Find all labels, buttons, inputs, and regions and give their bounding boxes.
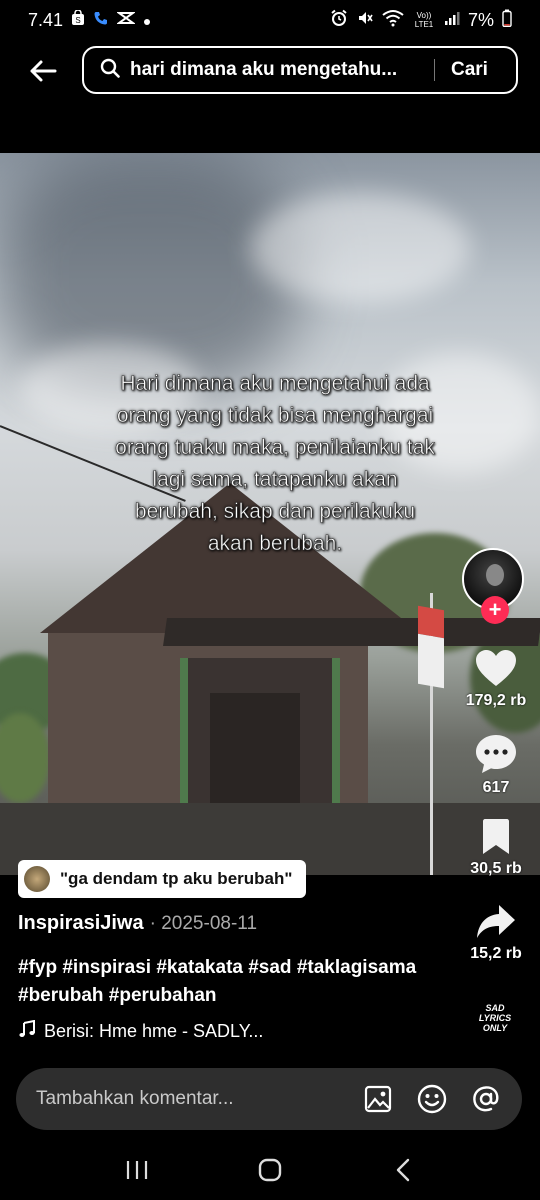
mute-icon	[356, 9, 374, 32]
video-flag-white	[418, 633, 444, 689]
status-bar: 7.41 S Vo)) LTE1 7%	[0, 0, 540, 40]
recent-apps-button[interactable]	[117, 1150, 157, 1190]
share-arrow-icon	[477, 905, 515, 938]
video-house-door	[210, 693, 300, 803]
sound-link[interactable]: Berisi: Hme hme - SADLY...	[18, 1019, 264, 1043]
dot-icon	[143, 10, 151, 31]
home-icon	[258, 1158, 282, 1182]
heart-icon	[476, 650, 516, 686]
video-cloud	[250, 193, 470, 303]
comment-bar: Tambahkan komentar...	[16, 1068, 522, 1130]
alarm-icon	[330, 9, 348, 32]
share-count: 15,2 rb	[470, 945, 522, 962]
search-icon	[100, 58, 120, 83]
signal-icon	[444, 10, 460, 31]
topic-thumbnail	[24, 866, 50, 892]
home-button[interactable]	[250, 1150, 290, 1190]
capcut-icon	[115, 10, 137, 30]
image-icon[interactable]	[360, 1081, 396, 1117]
system-nav-bar	[0, 1140, 540, 1200]
video-house-eave	[163, 618, 540, 646]
search-divider	[434, 59, 435, 81]
avatar-face	[486, 564, 504, 586]
status-time: 7.41	[28, 9, 64, 30]
post-date: · 2025-08-11	[149, 913, 258, 934]
music-note-icon	[18, 1019, 36, 1043]
mention-icon[interactable]	[468, 1081, 504, 1117]
search-query[interactable]: hari dimana aku mengetahu...	[130, 59, 420, 81]
search-header: hari dimana aku mengetahu... Cari	[0, 44, 540, 96]
bookmark-icon	[483, 819, 509, 854]
battery-icon	[502, 9, 512, 32]
save-button[interactable]: 30,5 rb	[452, 818, 540, 878]
save-count: 30,5 rb	[470, 860, 522, 877]
topic-text: "ga dendam tp aku berubah"	[60, 869, 293, 888]
status-left: 7.41 S	[28, 9, 151, 31]
recents-icon	[126, 1161, 147, 1179]
follow-button[interactable]: +	[481, 596, 509, 624]
comment-input[interactable]: Tambahkan komentar...	[36, 1088, 234, 1110]
comment-tools	[360, 1081, 504, 1117]
shopping-bag-icon: S	[71, 9, 85, 30]
music-disc[interactable]: SAD LYRICS ONLY	[472, 996, 518, 1040]
topic-pill[interactable]: "ga dendam tp aku berubah"	[18, 860, 307, 898]
sound-name: Berisi: Hme hme - SADLY...	[44, 1021, 264, 1041]
author-line: InspirasiJiwa · 2025-08-11	[18, 912, 257, 935]
chevron-left-icon	[397, 1158, 410, 1182]
search-input[interactable]: hari dimana aku mengetahu... Cari	[82, 46, 518, 94]
like-count: 179,2 rb	[465, 692, 527, 709]
author-name[interactable]: InspirasiJiwa	[18, 912, 144, 935]
share-button[interactable]: 15,2 rb	[452, 903, 540, 963]
battery-level: 7%	[467, 9, 494, 30]
video-overlay-text: Hari dimana aku mengetahui ada orang yan…	[115, 372, 435, 556]
arrow-left-icon	[30, 60, 57, 82]
svg-text:S: S	[75, 16, 80, 25]
wifi-icon	[382, 9, 404, 32]
search-submit-button[interactable]: Cari	[451, 59, 488, 81]
phone-icon	[93, 10, 109, 30]
back-button[interactable]	[26, 54, 60, 88]
volte-icon: Vo)) LTE1	[414, 11, 434, 29]
comment-button[interactable]: 617	[452, 733, 540, 797]
hashtags[interactable]: #fyp #inspirasi #katakata #sad #taklagis…	[18, 954, 448, 1010]
status-right: Vo)) LTE1 7%	[330, 9, 512, 32]
comment-count: 617	[482, 779, 510, 796]
back-nav-button[interactable]	[383, 1150, 423, 1190]
video-flag-red	[418, 605, 444, 639]
like-button[interactable]: 179,2 rb	[452, 648, 540, 710]
comment-bubble-icon	[476, 735, 516, 773]
emoji-icon[interactable]	[414, 1081, 450, 1117]
